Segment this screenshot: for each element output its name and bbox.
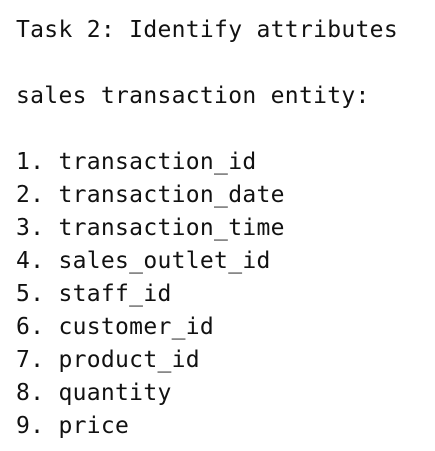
list-item: 4. sales_outlet_id (16, 248, 271, 274)
list-item: 1. transaction_id (16, 149, 257, 175)
list-item: 9. price (16, 413, 130, 439)
task-title: Task 2: Identify attributes (16, 17, 398, 43)
list-item: 7. product_id (16, 347, 200, 373)
list-item: 3. transaction_time (16, 215, 285, 241)
list-item: 2. transaction_date (16, 182, 285, 208)
list-item: 5. staff_id (16, 281, 172, 307)
list-item: 8. quantity (16, 380, 172, 406)
entity-heading: sales transaction entity: (16, 83, 370, 109)
list-item: 6. customer_id (16, 314, 215, 340)
attribute-list: 1. transaction_id 2. transaction_date 3.… (16, 146, 431, 443)
document-body: Task 2: Identify attributes sales transa… (16, 14, 431, 443)
